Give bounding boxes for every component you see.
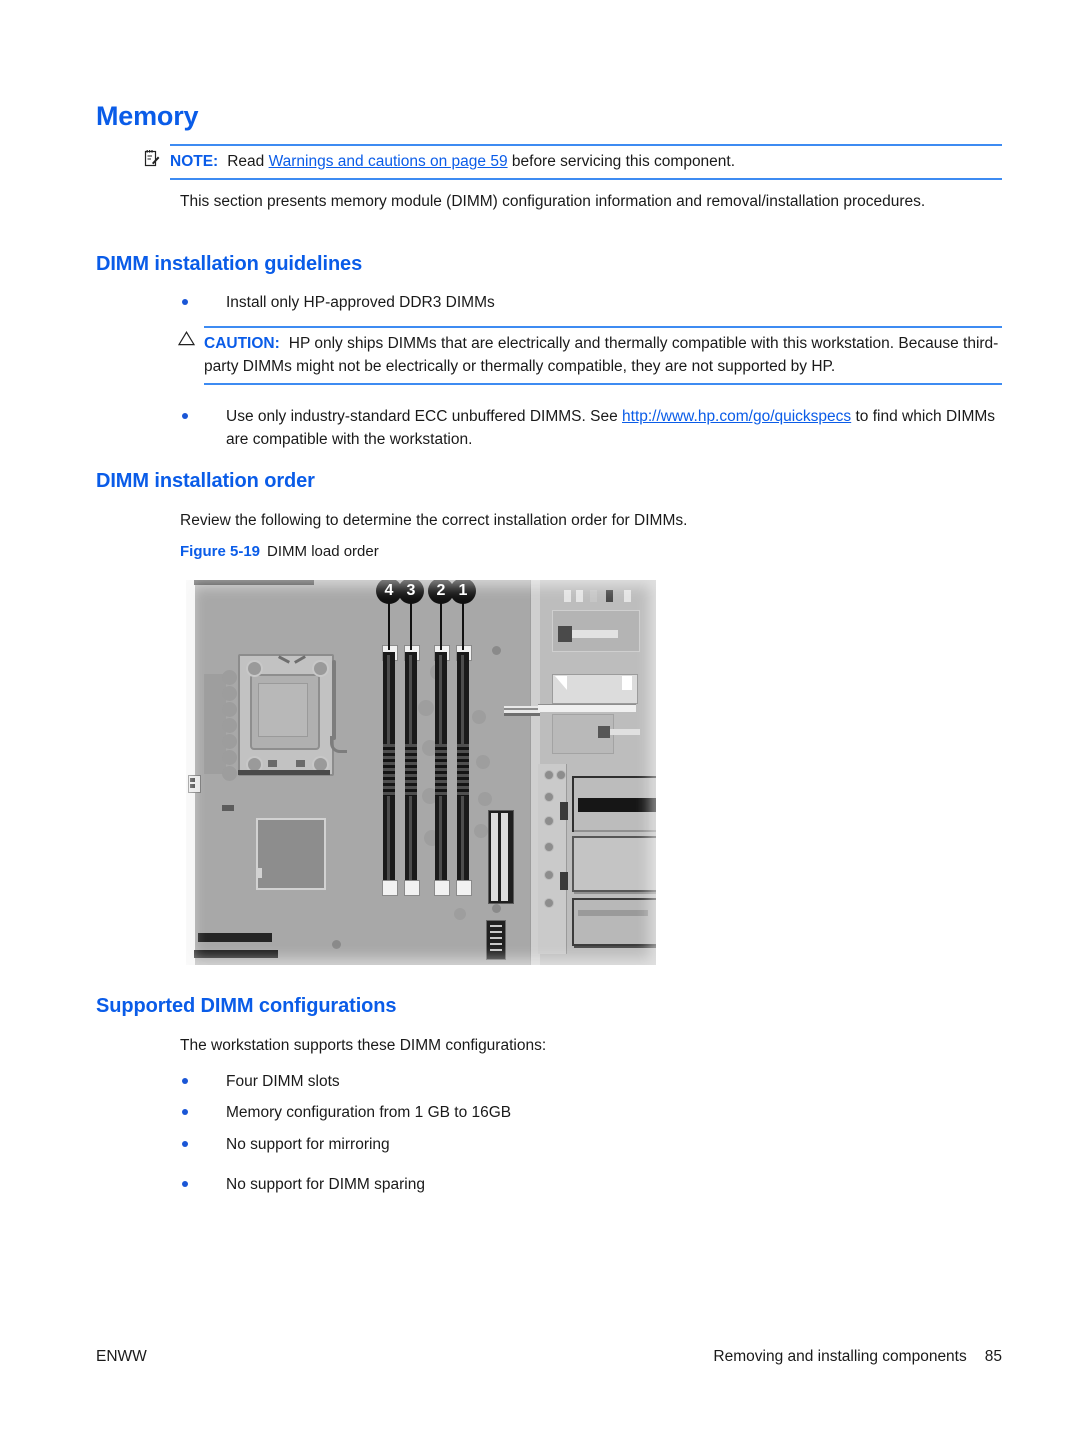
- note-text-after: before servicing this component.: [511, 153, 736, 170]
- warnings-and-cautions-link[interactable]: Warnings and cautions on page 59: [269, 153, 508, 170]
- page-title: Memory: [96, 101, 199, 131]
- note-label: NOTE:: [170, 153, 219, 170]
- heading-supported-dimm-configurations: Supported DIMM configurations: [96, 995, 397, 1017]
- caution-text: CAUTION: HP only ships DIMMs that are ele…: [204, 326, 1002, 385]
- list-item: Use only industry-standard ECC unbuffere…: [182, 405, 1004, 451]
- figure-caption: Figure 5-19 DIMM load order: [180, 543, 379, 560]
- caution-admonition: CAUTION: HP only ships DIMMs that are ele…: [177, 326, 1002, 385]
- ecc-text-before: Use only industry-standard ECC unbuffere…: [226, 408, 618, 425]
- supported-paragraph: The workstation supports these DIMM conf…: [180, 1037, 547, 1054]
- callout-leader-line: [410, 602, 412, 650]
- list-item: Install only HP-approved DDR3 DIMMs: [182, 291, 1002, 314]
- footer-chapter-and-page: Removing and installing components 85: [713, 1348, 1002, 1366]
- list-item: Four DIMM slots: [182, 1070, 942, 1093]
- callout-leader-line: [440, 602, 442, 650]
- note-pad-icon: [144, 144, 170, 172]
- heading-dimm-installation-guidelines: DIMM installation guidelines: [96, 253, 363, 275]
- list-item-label: Four DIMM slots: [226, 1073, 340, 1090]
- caution-label: CAUTION:: [204, 335, 280, 352]
- bullet-dot-icon: [182, 1141, 188, 1147]
- list-item-label: No support for DIMM sparing: [226, 1176, 425, 1193]
- list-item-label: Memory configuration from 1 GB to 16GB: [226, 1104, 512, 1121]
- figure-number: Figure 5-19: [180, 543, 261, 560]
- list-item: No support for DIMM sparing: [182, 1173, 942, 1196]
- bullet-dot-icon: [182, 1109, 188, 1115]
- note-text-before: Read: [227, 153, 265, 170]
- document-page: Memory NOTE: Read Warnings and cautions o…: [0, 0, 1080, 1437]
- caution-body-text: HP only ships DIMMs that are electricall…: [204, 335, 999, 375]
- callout-leader-line: [462, 602, 464, 650]
- list-item-label: No support for mirroring: [226, 1136, 390, 1153]
- bullet-dot-icon: [182, 299, 188, 305]
- footer-chapter-title: Removing and installing components: [713, 1348, 967, 1365]
- bullet-dot-icon: [182, 1078, 188, 1084]
- footer-locale-code: ENWW: [96, 1348, 147, 1365]
- list-item: No support for mirroring: [182, 1133, 942, 1156]
- list-item-label: Use only industry-standard ECC unbuffere…: [226, 405, 1004, 451]
- callout-marker-3: 3: [398, 580, 424, 604]
- atx-power-connector-graphic: [488, 810, 514, 904]
- system-board-figure: 4 3 2 1: [186, 580, 656, 965]
- warning-triangle-icon: [177, 326, 204, 351]
- list-item-label: Install only HP-approved DDR3 DIMMs: [226, 294, 495, 311]
- figure-title: DIMM load order: [267, 543, 379, 560]
- order-paragraph: Review the following to determine the co…: [180, 512, 688, 529]
- bullet-dot-icon: [182, 1181, 188, 1187]
- note-text: NOTE: Read Warnings and cautions on page …: [170, 144, 1002, 180]
- heading-dimm-installation-order: DIMM installation order: [96, 470, 315, 492]
- callout-leader-line: [388, 602, 390, 650]
- footer-page-number: 85: [984, 1348, 1002, 1365]
- intro-paragraph: This section presents memory module (DIM…: [180, 193, 926, 210]
- list-item: Memory configuration from 1 GB to 16GB: [182, 1101, 942, 1124]
- callout-marker-1: 1: [450, 580, 476, 604]
- bullet-dot-icon: [182, 413, 188, 419]
- note-admonition: NOTE: Read Warnings and cautions on page …: [144, 144, 1002, 180]
- quickspecs-url-link[interactable]: http://www.hp.com/go/quickspecs: [622, 408, 851, 425]
